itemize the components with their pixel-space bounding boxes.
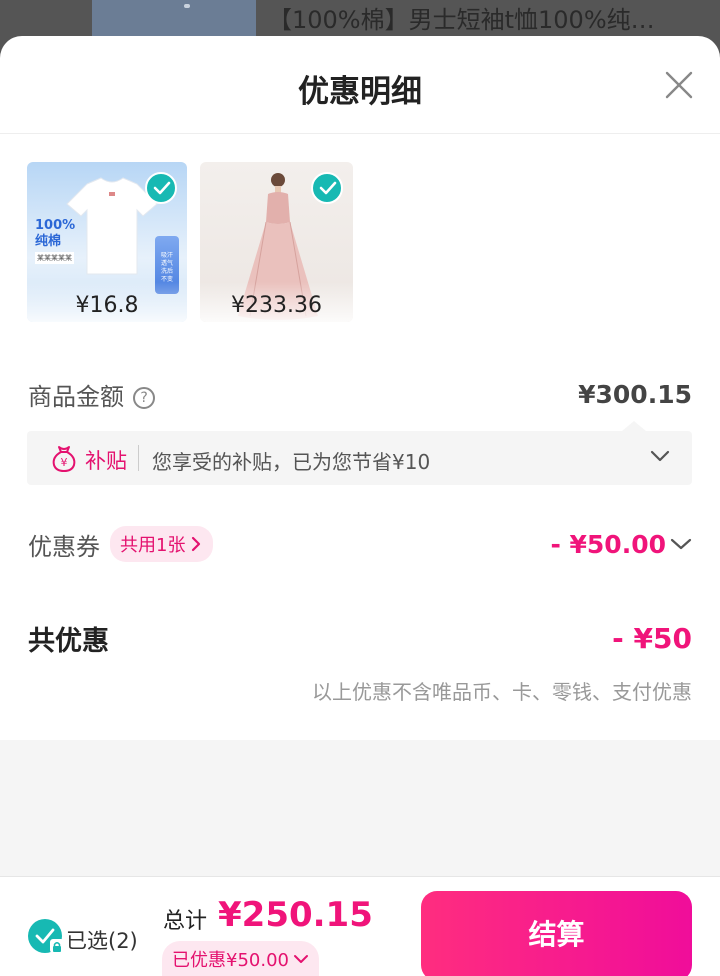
selected-count[interactable]: 已选(2) [66, 925, 138, 955]
background-product-title: 【100%棉】男士短袖t恤100%纯… [268, 6, 655, 34]
total-discount-value: - ¥50 [612, 621, 692, 655]
close-icon [665, 71, 693, 99]
coupon-label: 优惠券 [28, 532, 100, 561]
empty-area [0, 740, 720, 880]
coupon-row[interactable]: 优惠券 共用1张 - ¥50.00 [28, 524, 692, 564]
coupon-count-text: 共用1张 [120, 535, 186, 556]
subsidy-text: 您享受的补贴，已为您节省¥10 [152, 450, 431, 474]
saved-amount-text: 已优惠¥50.00 [172, 950, 289, 971]
chevron-down-icon[interactable] [650, 449, 670, 463]
product-image-subcaption: 某某某某某 [35, 252, 74, 264]
product-item-dress[interactable]: ¥233.36 [200, 162, 353, 322]
divider [138, 445, 139, 471]
sheet-title: 优惠明细 [298, 74, 422, 110]
select-all-check-icon[interactable] [28, 919, 64, 953]
close-button[interactable] [664, 70, 694, 100]
total-discount-label: 共优惠 [28, 625, 109, 657]
goods-amount-value: ¥300.15 [578, 379, 692, 409]
chevron-right-icon [192, 536, 201, 552]
subsidy-tag: 补贴 [85, 449, 127, 473]
coupon-value: - ¥50.00 [550, 529, 666, 559]
question-circle-icon[interactable]: ? [133, 386, 156, 409]
selected-check-icon[interactable] [145, 172, 177, 204]
goods-amount-row: 商品金额 ? ¥300.15 [28, 374, 692, 414]
subsidy-banner[interactable]: ¥ 补贴 您享受的补贴，已为您节省¥10 [27, 421, 692, 485]
lock-icon [50, 939, 64, 953]
product-image-caption: 100% 纯棉 [35, 218, 76, 249]
product-item-tshirt[interactable]: 100% 纯棉 某某某某某 吸汗 透气 洗后 不变 ¥16.8 [27, 162, 187, 322]
discount-details-sheet: 优惠明细 100% 纯棉 某某某某某 吸汗 透气 洗后 不变 ¥16.8 ¥23… [0, 36, 720, 976]
svg-text:¥: ¥ [61, 456, 68, 469]
goods-amount-label: 商品金额 [28, 382, 124, 411]
total-discount-row: 共优惠 - ¥50 [28, 618, 692, 658]
bottom-checkout-bar: 已选(2) 总计 ¥250.15 已优惠¥50.00 结算 [0, 876, 720, 976]
sheet-header: 优惠明细 [0, 36, 720, 134]
checkout-button[interactable]: 结算 [421, 891, 692, 976]
product-price: ¥233.36 [231, 293, 322, 318]
total-label: 总计 [163, 909, 208, 934]
chevron-down-icon [293, 955, 308, 963]
money-bag-icon: ¥ [52, 446, 76, 473]
saved-amount-pill[interactable]: 已优惠¥50.00 [162, 941, 319, 976]
selected-check-icon[interactable] [311, 172, 343, 204]
discount-note: 以上优惠不含唯品币、卡、零钱、支付优惠 [312, 680, 692, 704]
product-price: ¥16.8 [75, 293, 139, 318]
total-price: ¥250.15 [218, 895, 373, 935]
chevron-down-icon[interactable] [670, 537, 692, 551]
product-list: 100% 纯棉 某某某某某 吸汗 透气 洗后 不变 ¥16.8 ¥233.36 [27, 162, 353, 322]
subsidy-notch [622, 421, 646, 431]
coupon-count-pill[interactable]: 共用1张 [110, 526, 214, 562]
